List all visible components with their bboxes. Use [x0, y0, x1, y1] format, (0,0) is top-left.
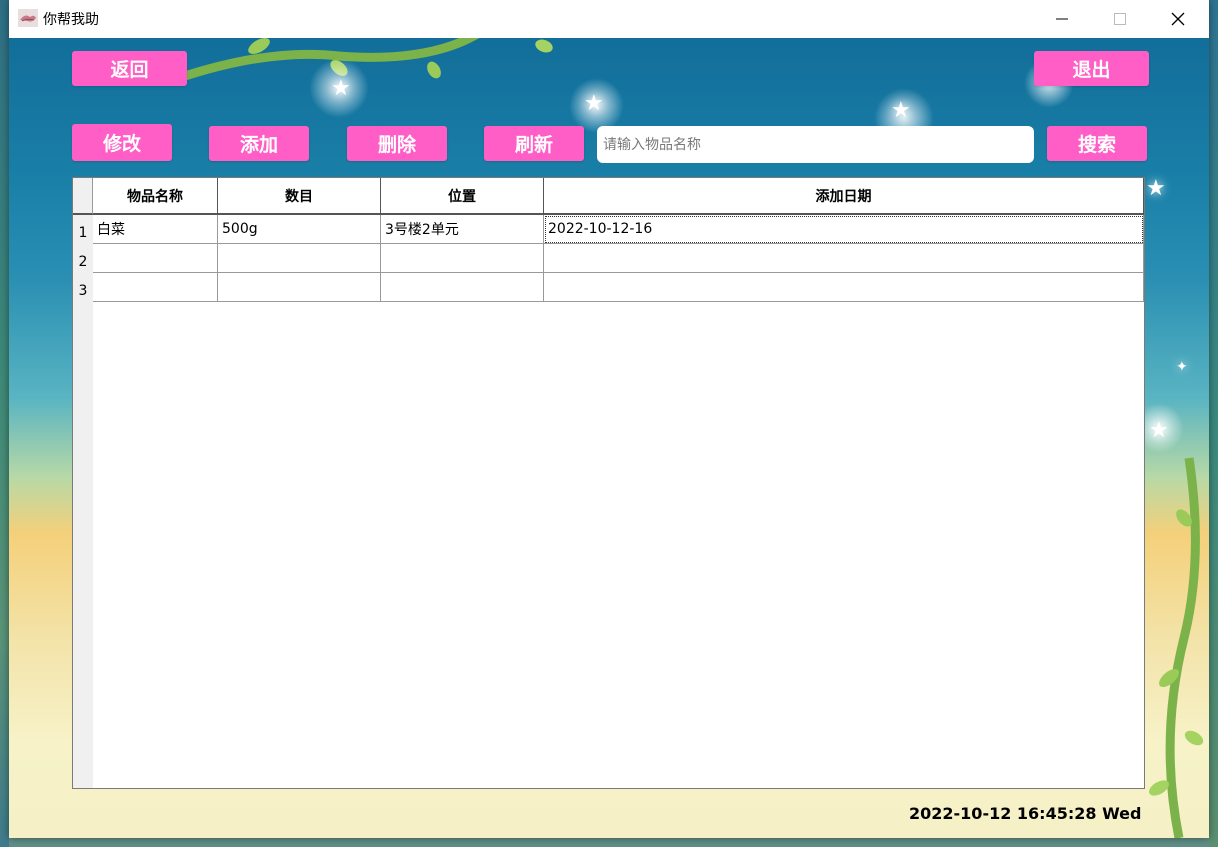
desktop-background-left [0, 0, 9, 847]
row-number[interactable]: 3 [73, 273, 93, 302]
table-cell[interactable]: 3号楼2单元 [381, 215, 544, 244]
table-cell[interactable] [93, 244, 218, 273]
search-input[interactable] [601, 135, 1030, 154]
table-cell[interactable] [218, 273, 381, 302]
close-icon [1171, 12, 1185, 26]
row-number[interactable]: 1 [73, 215, 93, 244]
items-table[interactable]: 物品名称 数目 位置 添加日期 1 白菜 500g 3号楼2单元 2022-10… [72, 177, 1145, 789]
table-cell[interactable] [218, 244, 381, 273]
table-cell[interactable] [381, 273, 544, 302]
table-cell[interactable] [93, 273, 218, 302]
main-panel: ★ ★ ★ ★ ★ ✦ 返回 退出 修改 添加 删除 刷新 搜索 物品名称 数目… [9, 38, 1209, 838]
delete-button[interactable]: 删除 [347, 126, 447, 161]
search-button[interactable]: 搜索 [1047, 126, 1147, 161]
star-decoration: ★ [891, 98, 911, 123]
table-cell[interactable]: 2022-10-12-16 [544, 215, 1144, 244]
maximize-button[interactable] [1091, 0, 1149, 38]
window-title: 你帮我助 [43, 12, 99, 28]
star-decoration: ✦ [1176, 359, 1188, 375]
desktop-background-right [1209, 0, 1218, 847]
title-bar[interactable]: 你帮我助 [9, 0, 1209, 38]
app-window: 你帮我助 ★ ★ ★ ★ ★ ✦ 返回 退出 修改 添加 删除 刷新 请输入物品… [9, 0, 1209, 838]
star-decoration: ★ [1146, 176, 1166, 201]
exit-button[interactable]: 退出 [1034, 51, 1149, 86]
minimize-icon [1056, 18, 1068, 20]
column-header-quantity[interactable]: 数目 [218, 178, 381, 215]
star-decoration: ★ [331, 76, 351, 101]
add-button[interactable]: 添加 [209, 126, 309, 161]
star-decoration: ★ [584, 91, 604, 116]
refresh-button[interactable]: 刷新 [484, 126, 584, 161]
app-logo-icon [18, 9, 38, 27]
table-cell[interactable] [544, 244, 1144, 273]
column-header-date[interactable]: 添加日期 [544, 178, 1144, 215]
table-cell[interactable] [381, 244, 544, 273]
maximize-icon [1114, 13, 1126, 25]
star-decoration: ★ [1149, 418, 1169, 443]
search-field[interactable] [597, 126, 1034, 163]
table-cell[interactable] [544, 273, 1144, 302]
table-corner[interactable] [73, 178, 93, 215]
table-cell[interactable]: 白菜 [93, 215, 218, 244]
row-number[interactable]: 2 [73, 244, 93, 273]
close-button[interactable] [1149, 0, 1207, 38]
column-header-location[interactable]: 位置 [381, 178, 544, 215]
minimize-button[interactable] [1033, 0, 1091, 38]
back-button[interactable]: 返回 [72, 51, 187, 86]
table-cell[interactable]: 500g [218, 215, 381, 244]
column-header-name[interactable]: 物品名称 [93, 178, 218, 215]
datetime-label: 2022-10-12 16:45:28 Wed [909, 804, 1142, 823]
edit-button[interactable]: 修改 [72, 124, 172, 161]
